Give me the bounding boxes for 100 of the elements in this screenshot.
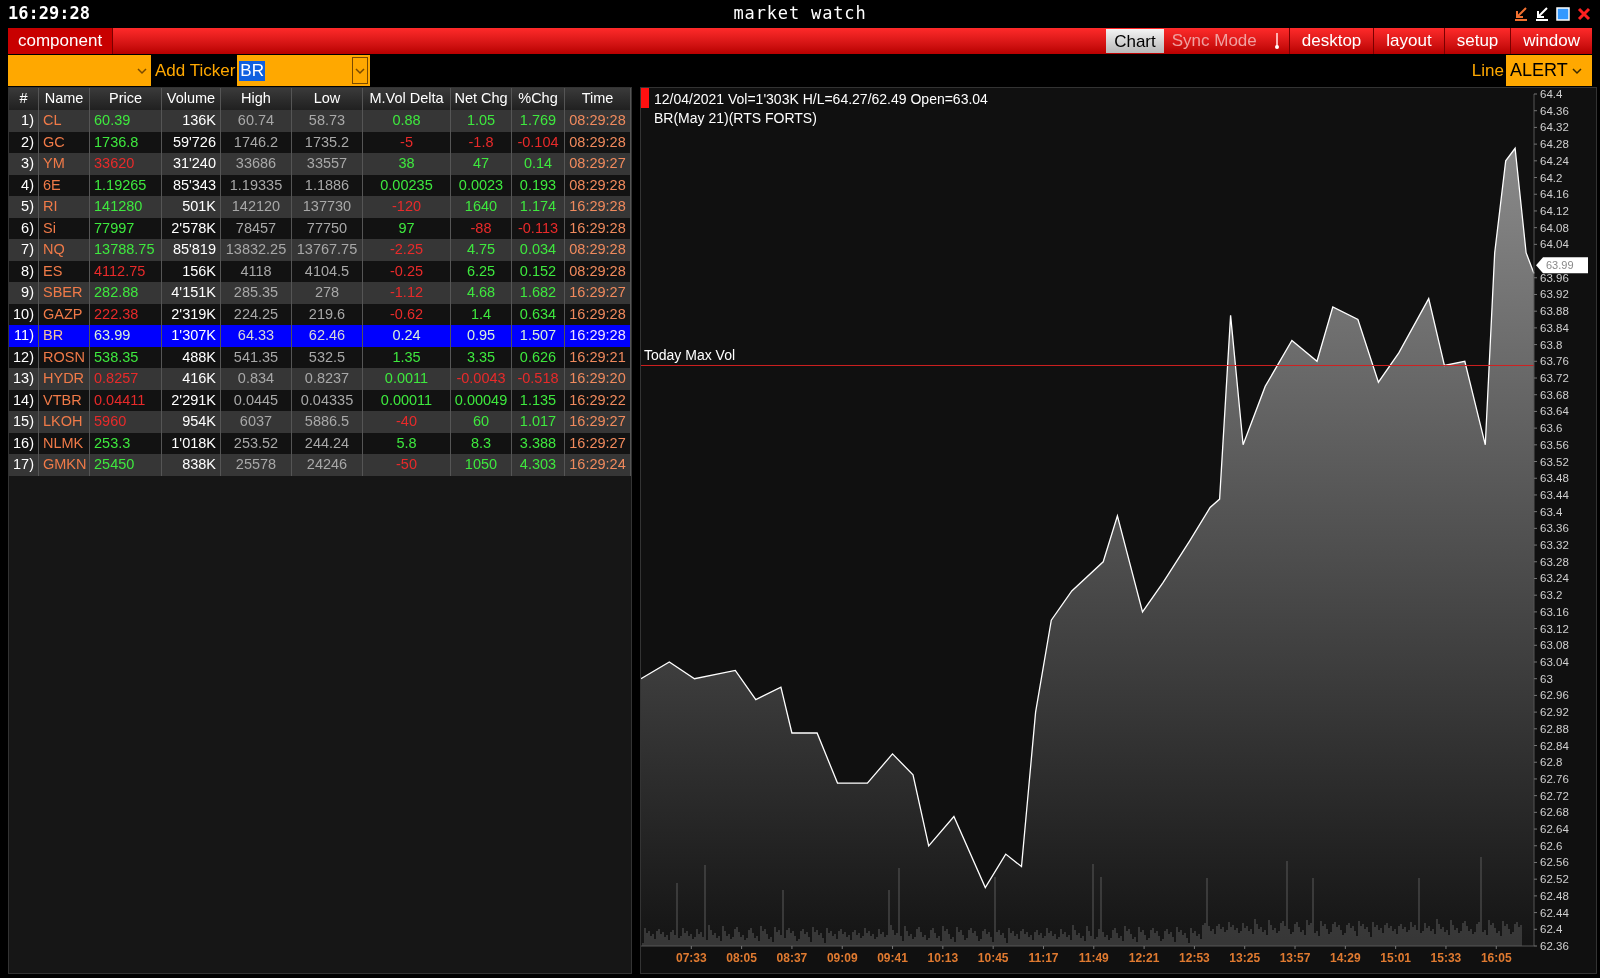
table-cell: 08:29:27 [565, 153, 631, 175]
table-row[interactable]: 17) GMKN 25450 838K 25578 24246 -50 1050 4.303 16:29:24 [9, 454, 631, 476]
axis-tick-label: 64.32 [1540, 121, 1569, 134]
table-cell: 31'240 [162, 153, 221, 175]
maximize-icon[interactable] [1555, 6, 1571, 22]
table-cell: 08:29:28 [565, 239, 631, 261]
table-row[interactable]: 5) RI 141280 501K 142120 137730 -120 1640 1.174 16:29:28 [9, 196, 631, 218]
window-title: market watch [733, 2, 867, 26]
table-cell: -2.25 [363, 239, 451, 261]
axis-tick-label: 63.52 [1540, 455, 1569, 468]
axis-tick-label: 63.32 [1540, 539, 1569, 552]
table-cell: 60.39 [90, 110, 162, 132]
table-cell: 9) [9, 282, 39, 304]
menu-item[interactable]: setup [1444, 28, 1512, 54]
table-row[interactable]: 1) CL 60.39 136K 60.74 58.73 0.88 1.05 1.769 08:29:28 [9, 110, 631, 132]
table-cell: 0.834 [221, 368, 292, 390]
table-row[interactable]: 11) BR 63.99 1'307K 64.33 62.46 0.24 0.95 1.507 16:29:28 [9, 325, 631, 347]
table-row[interactable]: 16) NLMK 253.3 1'018K 253.52 244.24 5.8 8.3 3.388 16:29:27 [9, 432, 631, 454]
axis-tick-label: 64.4 [1540, 88, 1563, 100]
table-row[interactable]: 15) LKOH 5960 954K 6037 5886.5 -40 60 1.017 16:29:27 [9, 411, 631, 433]
chevron-down-icon [355, 66, 366, 75]
mode-button[interactable]: Chart [1106, 29, 1164, 53]
table-cell: 33557 [292, 153, 363, 175]
dropdown-button[interactable] [352, 57, 369, 84]
table-cell: 838K [162, 454, 221, 476]
marker-icon[interactable] [1272, 31, 1281, 51]
table-row[interactable]: 10) GAZP 222.38 2'319K 224.25 219.6 -0.62 1.4 0.634 16:29:28 [9, 303, 631, 325]
table-cell: 1.174 [512, 196, 565, 218]
table-cell: -0.0043 [451, 368, 512, 390]
menu-item[interactable]: layout [1374, 28, 1445, 54]
price-tag: 63.99 [1536, 257, 1588, 274]
table-row[interactable]: 7) NQ 13788.75 85'819 13832.25 13767.75 -2.25 4.75 0.034 08:29:28 [9, 239, 631, 261]
table-cell: NQ [39, 239, 90, 261]
table-cell: 416K [162, 368, 221, 390]
axis-tick-label: 64.36 [1540, 104, 1569, 117]
table-cell: 16:29:24 [565, 454, 631, 476]
table-cell: 62.46 [292, 325, 363, 347]
table-row[interactable]: 13) HYDR 0.8257 416K 0.834 0.8237 0.0011 -0.0043 -0.518 16:29:20 [9, 368, 631, 390]
table-row[interactable]: 6) Si 77997 2'578K 78457 77750 97 -88 -0.113 16:29:28 [9, 217, 631, 239]
alert-dropdown[interactable]: ALERT [1506, 55, 1592, 86]
table-cell: 16:29:27 [565, 282, 631, 304]
table-row[interactable]: 12) ROSN 538.35 488K 541.35 532.5 1.35 3.35 0.626 16:29:21 [9, 346, 631, 368]
table-cell: 4'151K [162, 282, 221, 304]
table-row[interactable]: 8) ES 4112.75 156K 4118 4104.5 -0.25 6.25 0.152 08:29:28 [9, 260, 631, 282]
axis-tick-label: 15:33 [1430, 951, 1462, 965]
axis-tick-label: 13:57 [1279, 951, 1311, 965]
clock: 16:29:28 [8, 2, 91, 26]
axis-tick-label: 64.2 [1540, 171, 1563, 184]
table-cell: 63.99 [90, 325, 162, 347]
axis-tick-label: 07:33 [675, 951, 707, 965]
table-cell: 1) [9, 110, 39, 132]
menu-item[interactable]: desktop [1289, 28, 1375, 54]
axis-tick-label: 09:09 [826, 951, 858, 965]
table-cell: 4.68 [451, 282, 512, 304]
axis-tick-label: 63.72 [1540, 372, 1569, 384]
axis-tick-label: 16:05 [1480, 951, 1512, 965]
axis-tick-label: 62.64 [1540, 823, 1569, 836]
axis-tick-label: 63.56 [1540, 438, 1569, 451]
axis-tick-label: 64.04 [1540, 238, 1569, 251]
axis-tick-label: 62.56 [1540, 856, 1569, 869]
axis-tick-label: 62.44 [1540, 906, 1569, 919]
table-cell: 501K [162, 196, 221, 218]
arrow-down-left-icon[interactable] [1513, 6, 1529, 22]
table-cell: 1.05 [451, 110, 512, 132]
chart-info-text: 12/04/2021 Vol=1'303K H/L=64.27/62.49 Open=63.04 [654, 90, 988, 109]
table-cell: 0.24 [363, 325, 451, 347]
axis-tick-label: 64.16 [1540, 188, 1569, 201]
component-menu[interactable]: component [8, 28, 114, 54]
axis-tick-label: 64.12 [1540, 204, 1569, 217]
table-row[interactable]: 2) GC 1736.8 59'726 1746.2 1735.2 -5 -1.8 -0.104 08:29:28 [9, 131, 631, 153]
axis-tick-label: 63.28 [1540, 555, 1569, 568]
ticker-field[interactable]: BR [237, 55, 371, 86]
add-ticker-label: Add Ticker [155, 59, 236, 82]
table-cell: 16:29:27 [565, 411, 631, 433]
close-icon[interactable] [1576, 6, 1592, 22]
axis-tick-label: 63.36 [1540, 522, 1569, 535]
axis-tick-label: 64.08 [1540, 221, 1569, 234]
menu-item[interactable]: window [1511, 28, 1592, 54]
table-cell: LKOH [39, 411, 90, 433]
axis-tick-label: 63.08 [1540, 639, 1569, 652]
table-row[interactable]: 14) VTBR 0.04411 2'291K 0.0445 0.04335 0.00011 0.00049 1.135 16:29:22 [9, 389, 631, 411]
axis-tick-label: 62.68 [1540, 806, 1569, 819]
table-cell: 25450 [90, 454, 162, 476]
table-cell: 60.74 [221, 110, 292, 132]
axis-tick-label: 63.96 [1540, 271, 1569, 284]
table-cell: 64.33 [221, 325, 292, 347]
table-cell: 1.682 [512, 282, 565, 304]
table-row[interactable]: 9) SBER 282.88 4'151K 285.35 278 -1.12 4.68 1.682 16:29:27 [9, 282, 631, 304]
axis-tick-label: 08:05 [726, 951, 757, 965]
alert-value: ALERT [1510, 59, 1568, 82]
axis-tick-label: 09:41 [877, 951, 908, 965]
table-cell: 137730 [292, 196, 363, 218]
axis-tick-label: 64.24 [1540, 154, 1569, 167]
axis-tick-label: 62.84 [1540, 739, 1569, 752]
table-cell: 0.0011 [363, 368, 451, 390]
axis-tick-label: 63.2 [1540, 589, 1563, 602]
reference-line-label: Today Max Vol [644, 347, 736, 364]
table-row[interactable]: 4) 6E 1.19265 85'343 1.19335 1.1886 0.00235 0.0023 0.193 08:29:28 [9, 174, 631, 196]
table-row[interactable]: 3) YM 33620 31'240 33686 33557 38 47 0.14 08:29:27 [9, 153, 631, 175]
table-cell: 1640 [451, 196, 512, 218]
